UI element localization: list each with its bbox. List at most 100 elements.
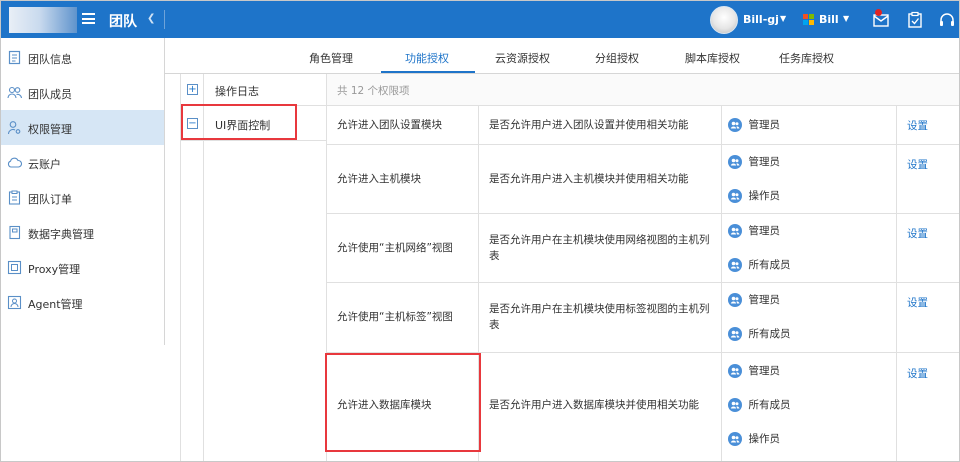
sidebar: 团队信息 团队成员 权限管理 云账户 团队订单 数据字典管理 Proxy管理 A…	[1, 38, 165, 345]
account-menu-chevron-down-icon[interactable]: ▼	[843, 14, 849, 23]
permission-name: 允许进入主机模块	[337, 173, 421, 185]
sidebar-item-label: 团队信息	[28, 53, 72, 66]
sidebar-item-cloud-account[interactable]: 云账户	[1, 145, 164, 180]
role-users-icon	[728, 154, 742, 169]
sidebar-item-data-dictionary[interactable]: 数据字典管理	[1, 215, 164, 250]
user-name[interactable]: Bill-gj	[743, 13, 779, 26]
active-tab-indicator	[381, 71, 475, 73]
permission-name: 允许使用“主机网络”视图	[337, 242, 453, 254]
permission-name: 允许使用“主机标签”视图	[337, 311, 453, 323]
book-icon	[9, 225, 21, 240]
role-tag: 管理员	[728, 154, 780, 170]
permission-description: 是否允许用户进入数据库模块并使用相关功能	[489, 399, 699, 411]
settings-link[interactable]: 设置	[907, 226, 928, 241]
role-name: 操作员	[748, 190, 781, 202]
role-tag: 管理员	[728, 363, 780, 379]
role-users-icon	[728, 431, 742, 446]
collapse-arrow-icon[interactable]: ❮	[147, 13, 155, 24]
headset-support-icon[interactable]	[937, 10, 957, 30]
team-title: 团队	[109, 14, 137, 30]
sidebar-item-proxy[interactable]: Proxy管理	[1, 250, 164, 285]
task-clipboard-icon[interactable]	[905, 10, 925, 30]
permission-count-bar: 共 12 个权限项	[327, 74, 959, 106]
role-name: 所有成员	[748, 328, 791, 340]
role-tag: 所有成员	[728, 257, 791, 273]
permission-description: 是否允许用户进入主机模块并使用相关功能	[489, 173, 689, 185]
role-name: 所有成员	[748, 399, 791, 411]
permission-description: 是否允许用户进入团队设置并使用相关功能	[489, 119, 689, 131]
notification-badge	[875, 9, 882, 16]
sidebar-item-team-info[interactable]: 团队信息	[1, 40, 164, 75]
permission-description: 是否允许用户在主机模块使用网络视图的主机列表	[489, 234, 710, 262]
logo	[9, 7, 77, 33]
role-name: 管理员	[748, 119, 781, 131]
permission-description: 是否允许用户在主机模块使用标签视图的主机列表	[489, 303, 710, 331]
table-row: 允许进入数据库模块 是否允许用户进入数据库模块并使用相关功能 管理员 所有成员 …	[327, 353, 959, 461]
role-tag: 管理员	[728, 117, 780, 133]
sidebar-item-label: Agent管理	[28, 298, 83, 311]
sidebar-item-label: 数据字典管理	[28, 228, 94, 241]
role-name: 管理员	[748, 365, 781, 377]
sidebar-item-agent[interactable]: Agent管理	[1, 285, 164, 320]
tab-script-library-authorization[interactable]: 脚本库授权	[685, 50, 740, 66]
tab-function-authorization[interactable]: 功能授权	[405, 50, 449, 66]
role-name: 所有成员	[748, 259, 791, 271]
user-menu-chevron-down-icon[interactable]: ▼	[780, 14, 786, 23]
sidebar-item-team-orders[interactable]: 团队订单	[1, 180, 164, 215]
header-divider	[164, 10, 165, 29]
table-row: 允许使用“主机标签”视图 是否允许用户在主机模块使用标签视图的主机列表 管理员 …	[327, 283, 959, 353]
hamburger-menu-icon[interactable]	[82, 13, 95, 24]
role-tag: 管理员	[728, 223, 780, 239]
users-icon	[7, 86, 22, 99]
role-name: 管理员	[748, 225, 781, 237]
role-users-icon	[728, 397, 742, 412]
tab-cloud-resource-authorization[interactable]: 云资源授权	[495, 50, 550, 66]
sidebar-item-label: 云账户	[28, 158, 61, 171]
role-users-icon	[728, 292, 742, 307]
sidebar-item-team-members[interactable]: 团队成员	[1, 75, 164, 110]
category-label[interactable]: UI界面控制	[215, 117, 270, 133]
sidebar-item-label: 团队成员	[28, 88, 72, 101]
role-users-icon	[728, 188, 742, 203]
settings-link[interactable]: 设置	[907, 366, 928, 381]
role-name: 操作员	[748, 433, 781, 445]
user-avatar[interactable]	[710, 6, 738, 34]
settings-link[interactable]: 设置	[907, 295, 928, 310]
role-name: 管理员	[748, 156, 781, 168]
agent-icon	[7, 295, 22, 310]
settings-link[interactable]: 设置	[907, 157, 928, 172]
clipboard-icon	[8, 190, 21, 205]
category-row-ui-control[interactable]: − UI界面控制	[180, 106, 327, 141]
settings-link[interactable]: 设置	[907, 118, 928, 133]
role-tag: 所有成员	[728, 326, 791, 342]
sidebar-item-label: Proxy管理	[28, 263, 81, 276]
tab-bar: 角色管理 功能授权 云资源授权 分组授权 脚本库授权 任务库授权	[165, 38, 959, 74]
top-bar: 团队 ❮ Bill-gj ▼ Bill ▼	[1, 1, 959, 38]
tab-role-management[interactable]: 角色管理	[309, 50, 353, 66]
role-tag: 操作员	[728, 188, 780, 204]
document-icon	[8, 50, 21, 65]
role-users-icon	[728, 223, 742, 238]
category-row-operation-log[interactable]: + 操作日志	[180, 74, 327, 106]
role-tag: 操作员	[728, 431, 780, 447]
permission-count: 共 12 个权限项	[337, 85, 410, 97]
sidebar-item-label: 权限管理	[28, 123, 72, 136]
sidebar-item-label: 团队订单	[28, 193, 72, 206]
table-row: 允许进入主机模块 是否允许用户进入主机模块并使用相关功能 管理员 操作员 设置	[327, 145, 959, 214]
permission-name: 允许进入数据库模块	[337, 399, 432, 411]
role-users-icon	[728, 326, 742, 341]
category-label[interactable]: 操作日志	[215, 83, 259, 99]
role-tag: 管理员	[728, 292, 780, 308]
expand-plus-icon[interactable]: +	[187, 84, 198, 95]
sidebar-item-permissions[interactable]: 权限管理	[1, 110, 164, 145]
app-window: 团队 ❮ Bill-gj ▼ Bill ▼ 团队信息 团队成员 权限管理 云账户…	[0, 0, 960, 462]
account-name[interactable]: Bill	[819, 13, 839, 26]
collapse-minus-icon[interactable]: −	[187, 118, 198, 129]
tab-task-library-authorization[interactable]: 任务库授权	[779, 50, 834, 66]
role-name: 管理员	[748, 294, 781, 306]
proxy-icon	[7, 260, 22, 275]
table-row: 允许使用“主机网络”视图 是否允许用户在主机模块使用网络视图的主机列表 管理员 …	[327, 214, 959, 283]
user-key-icon	[7, 121, 21, 135]
tab-group-authorization[interactable]: 分组授权	[595, 50, 639, 66]
role-users-icon	[728, 363, 742, 378]
